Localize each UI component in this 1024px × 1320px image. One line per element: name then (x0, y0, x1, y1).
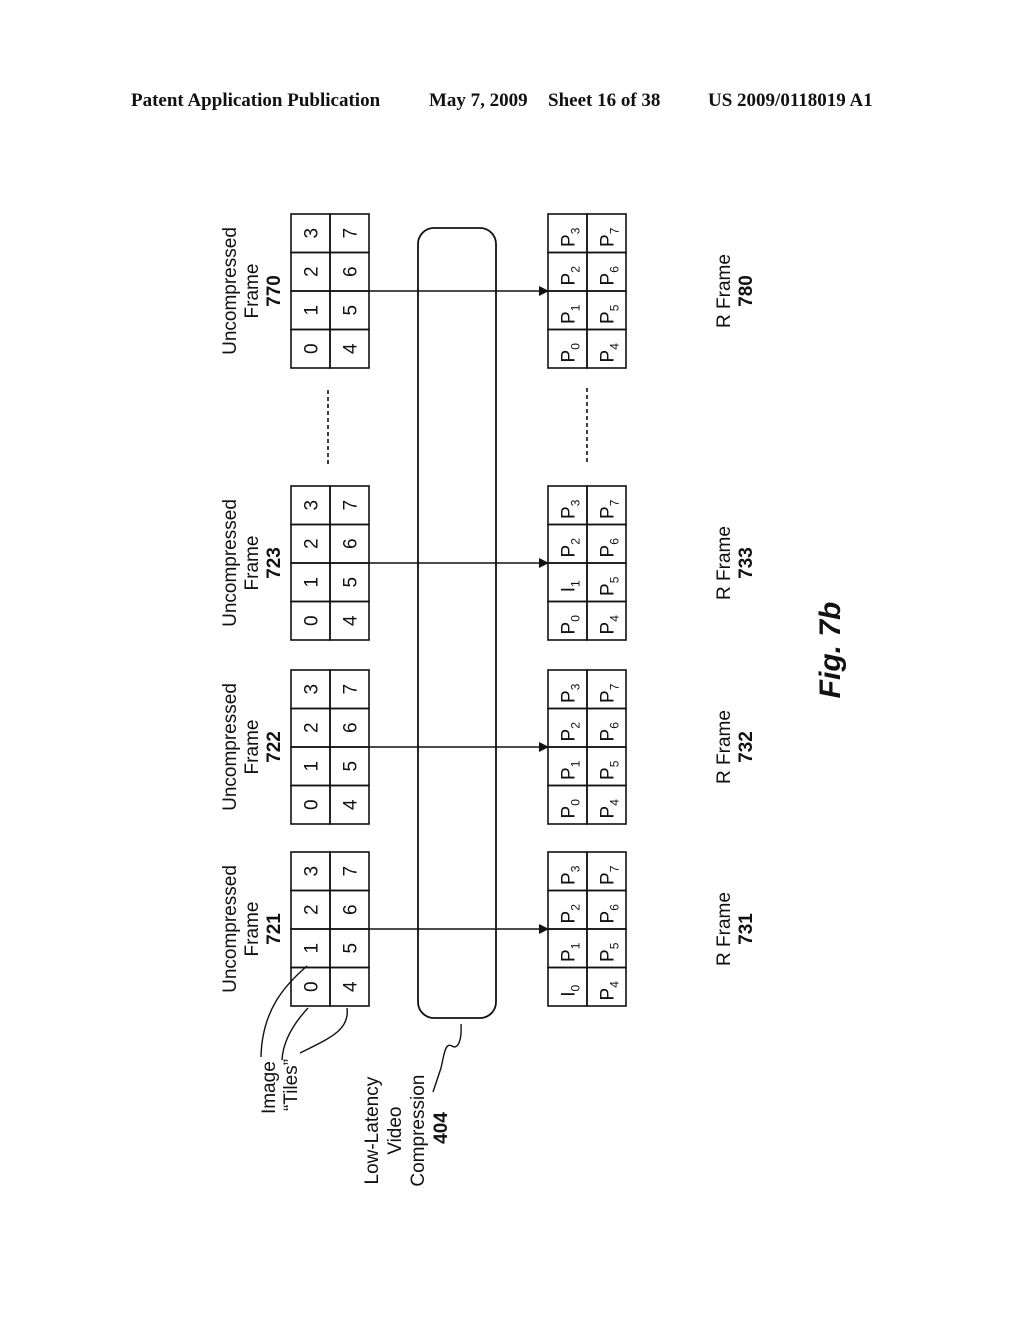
predicted-tile-label: P3 (559, 683, 583, 703)
uncompressed-frame-770: 0 1 2 3 4 5 6 7 UncompressedFrame770 (220, 213, 370, 369)
tile-number: 7 (341, 500, 362, 511)
predicted-tile-label: P6 (598, 266, 622, 286)
predicted-tile-label: P1 (559, 942, 583, 962)
predicted-tile-label: P0 (559, 615, 583, 635)
tile-number: 0 (302, 343, 323, 354)
predicted-tile-label: P2 (559, 904, 583, 924)
tiles-pointer-1 (260, 965, 308, 1058)
predicted-tile-label: P7 (598, 499, 622, 519)
uncompressed-frame-label: UncompressedFrame722 (220, 683, 285, 811)
uncompressed-frame-723: 0 1 2 3 4 5 6 7 UncompressedFrame723 (220, 485, 370, 641)
tile-number: 1 (302, 577, 323, 588)
predicted-tile-label: P4 (598, 799, 622, 819)
predicted-tile-label: P1 (559, 760, 583, 780)
r-frame-label: R Frame733 (714, 526, 757, 600)
predicted-tile-label: P4 (598, 343, 622, 363)
compression-leader-line (432, 1023, 462, 1093)
tiles-label: Image “Tiles” (259, 1056, 302, 1114)
predicted-tile-label: P3 (559, 227, 583, 247)
predicted-tile-label: P1 (559, 304, 583, 324)
tile-number: 6 (341, 722, 362, 733)
r-frame-733: P0 I1 P2 P3 P4 P5 P6 P7 R Frame733 (369, 485, 757, 641)
r-frame-label: R Frame780 (714, 254, 757, 328)
predicted-tile-label: P6 (598, 904, 622, 924)
predicted-tile-label: P5 (598, 760, 622, 780)
predicted-tile-label: P0 (559, 343, 583, 363)
compression-label: Low-Latency Video Compression 404 (362, 1069, 452, 1186)
tiles-pointer-2 (281, 1007, 309, 1061)
predicted-tile-label: P5 (598, 942, 622, 962)
predicted-tile-label: P7 (598, 865, 622, 885)
tile-number: 0 (302, 615, 323, 626)
tile-number: 6 (341, 904, 362, 915)
figure-label: Fig. 7b (814, 602, 847, 699)
predicted-tile-label: P3 (559, 499, 583, 519)
tile-number: 3 (302, 228, 323, 239)
tile-number: 7 (341, 866, 362, 877)
tiles-pointer-3 (299, 1007, 348, 1054)
predicted-tile-label: P0 (559, 799, 583, 819)
tile-number: 2 (302, 538, 323, 549)
uncompressed-frame-721: 0 1 2 3 4 5 6 7 UncompressedFrame721 (220, 851, 370, 1007)
tile-number: 1 (302, 305, 323, 316)
intra-tile-label: I0 (559, 984, 583, 996)
predicted-tile-label: P6 (598, 722, 622, 742)
predicted-tile-label: P3 (559, 865, 583, 885)
compression-block (417, 227, 497, 1019)
tile-number: 4 (341, 799, 362, 810)
tile-number: 5 (341, 761, 362, 772)
tile-number: 5 (341, 577, 362, 588)
tile-number: 3 (302, 684, 323, 695)
r-frame-731: I0 P1 P2 P3 P4 P5 P6 P7 R Frame731 (369, 851, 757, 1007)
tile-number: 7 (341, 684, 362, 695)
predicted-tile-label: P2 (559, 722, 583, 742)
predicted-tile-label: P4 (598, 981, 622, 1001)
tile-number: 6 (341, 538, 362, 549)
tile-number: 2 (302, 266, 323, 277)
tile-number: 5 (341, 943, 362, 954)
predicted-tile-label: P7 (598, 227, 622, 247)
uncompressed-frame-label: UncompressedFrame723 (220, 499, 285, 627)
intra-tile-label: I1 (559, 580, 583, 592)
tile-number: 0 (302, 981, 323, 992)
predicted-tile-label: P4 (598, 615, 622, 635)
tile-number: 4 (341, 343, 362, 354)
r-frame-780: P0 P1 P2 P3 P4 P5 P6 P7 R Frame780 (369, 213, 757, 369)
uncompressed-frame-label: UncompressedFrame721 (220, 865, 285, 993)
tile-number: 6 (341, 266, 362, 277)
tile-number: 2 (302, 722, 323, 733)
tile-number: 1 (302, 943, 323, 954)
tile-number: 4 (341, 615, 362, 626)
predicted-tile-label: P7 (598, 683, 622, 703)
predicted-tile-label: P2 (559, 266, 583, 286)
tile-number: 3 (302, 866, 323, 877)
r-frame-732: P0 P1 P2 P3 P4 P5 P6 P7 R Frame732 (369, 669, 757, 825)
r-frame-label: R Frame731 (714, 892, 757, 966)
uncompressed-frame-label: UncompressedFrame770 (220, 227, 285, 355)
tile-number: 3 (302, 500, 323, 511)
tile-number: 0 (302, 799, 323, 810)
figure-7b-diagram: 0 1 2 3 4 5 6 7 UncompressedFrame721 0 1 2 3 4 5 6 7 Unco… (220, 213, 847, 1187)
r-frame-label: R Frame732 (714, 710, 757, 784)
tile-number: 7 (341, 228, 362, 239)
predicted-tile-label: P2 (559, 538, 583, 558)
tile-number: 1 (302, 761, 323, 772)
predicted-tile-label: P5 (598, 304, 622, 324)
predicted-tile-label: P6 (598, 538, 622, 558)
tile-number: 2 (302, 904, 323, 915)
tile-number: 5 (341, 305, 362, 316)
uncompressed-frame-722: 0 1 2 3 4 5 6 7 UncompressedFrame722 (220, 669, 370, 825)
tile-number: 4 (341, 981, 362, 992)
predicted-tile-label: P5 (598, 576, 622, 596)
